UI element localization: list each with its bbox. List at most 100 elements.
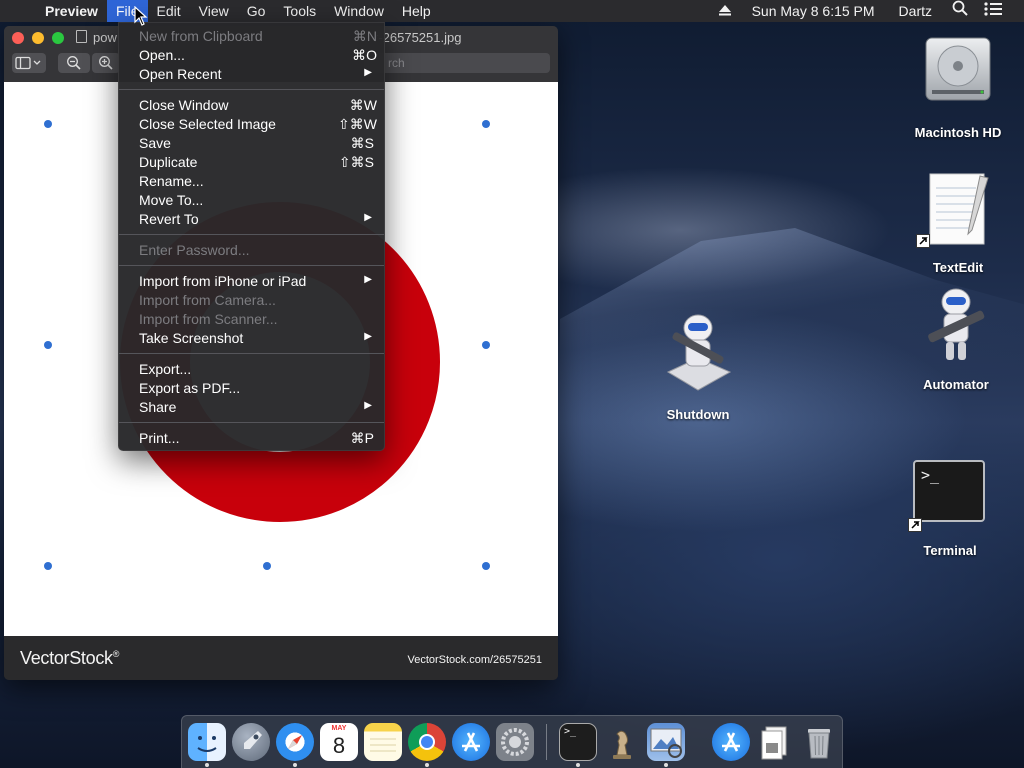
menu-item-shortcut: ⇧⌘W [338,116,377,132]
desktop-icon-automator[interactable]: Automator [898,284,1014,394]
calendar-month: MAY [331,725,347,732]
selection-handle[interactable] [44,562,52,570]
dock: MAY 8 >_ [181,715,843,768]
menu-go[interactable]: Go [238,0,275,22]
dock-separator [546,724,547,760]
submenu-arrow-icon: ▶ [364,212,372,223]
menu-item-close-selected-image[interactable]: Close Selected Image ⇧⌘W [119,114,384,133]
close-window-button[interactable] [12,32,24,44]
zoom-out-button[interactable] [58,53,90,73]
calendar-day: 8 [332,733,346,758]
menu-item-label: Open... [139,47,185,63]
selection-handle[interactable] [482,120,490,128]
app-menu-preview[interactable]: Preview [36,0,107,22]
zoom-window-button[interactable] [52,32,64,44]
menu-item-export[interactable]: Export... [119,359,384,378]
selection-handle[interactable] [482,562,490,570]
menu-item-open-recent[interactable]: Open Recent ▶ [119,64,384,83]
notification-center-icon[interactable] [976,0,1024,22]
menu-item-import-from-scanner: Import from Scanner... [119,309,384,328]
desktop-icon-textedit[interactable]: TextEdit [900,168,1016,276]
running-indicator [576,763,580,767]
menu-item-rename[interactable]: Rename... [119,171,384,190]
menu-item-label: Rename... [139,173,204,189]
menu-separator [119,353,384,354]
watermark-brand: VectorStock® [20,648,119,669]
apple-menu-icon[interactable] [0,0,36,22]
menu-item-label: Import from iPhone or iPad [139,273,307,289]
menu-item-revert-to[interactable]: Revert To ▶ [119,209,384,228]
menu-item-label: Close Window [139,97,229,113]
file-menu: New from Clipboard ⌘N Open... ⌘O Open Rece… [118,22,385,451]
window-title-left: pow [76,30,117,45]
watermark-url: VectorStock.com/26575251 [407,654,542,666]
selection-handle[interactable] [44,120,52,128]
menu-window[interactable]: Window [325,0,393,22]
menu-item-open[interactable]: Open... ⌘O [119,45,384,64]
menu-item-export-as-pdf[interactable]: Export as PDF... [119,378,384,397]
menu-item-shortcut: ⇧⌘S [338,154,374,170]
menu-item-shortcut: ⌘S [350,135,374,151]
downloads-app-store-icon[interactable] [712,723,750,761]
running-indicator [205,763,209,767]
automator-robot-icon [928,288,985,360]
menu-edit[interactable]: Edit [148,0,190,22]
trash-icon[interactable] [800,723,838,761]
menu-item-label: Export... [139,361,192,377]
desktop-icon-terminal[interactable]: >_ Terminal [892,458,1008,562]
terminal-app-icon[interactable]: >_ [559,723,597,761]
menu-item-close-window[interactable]: Close Window ⌘W [119,95,384,114]
menu-item-label: Enter Password... [139,242,250,258]
desktop-icon-label: Shutdown [666,407,730,422]
menu-item-share[interactable]: Share ▶ [119,397,384,416]
zoom-in-button[interactable] [92,53,120,73]
menu-item-label: Take Screenshot [139,330,244,346]
menu-item-shortcut: ⌘O [352,47,377,63]
clock[interactable]: Sun May 8 6:15 PM [740,0,887,22]
submenu-arrow-icon: ▶ [364,67,372,78]
minimize-window-button[interactable] [32,32,44,44]
launchpad-icon[interactable] [232,723,270,761]
selection-handle[interactable] [263,562,271,570]
safari-icon[interactable] [276,723,314,761]
notes-icon[interactable] [364,723,402,761]
menu-item-label: Export as PDF... [139,380,241,396]
desktop-icon-label: Terminal [923,543,977,558]
menu-item-label: Print... [139,430,180,446]
documents-stack-icon[interactable] [756,723,794,761]
menu-item-label: Save [139,135,171,151]
app-store-icon[interactable] [452,723,490,761]
calendar-icon[interactable]: MAY 8 [320,723,358,761]
menu-bar: Preview File Edit View Go Tools Window H… [0,0,1024,22]
menu-tools[interactable]: Tools [274,0,325,22]
menu-help[interactable]: Help [393,0,440,22]
running-indicator [664,763,668,767]
finder-icon[interactable] [188,723,226,761]
system-preferences-icon[interactable] [496,723,534,761]
desktop-icon-label: Macintosh HD [914,125,1002,140]
menu-item-label: Duplicate [139,154,198,170]
menu-item-move-to[interactable]: Move To... [119,190,384,209]
menu-item-label: Share [139,399,177,415]
spotlight-search-icon[interactable] [944,0,976,22]
running-indicator [425,763,429,767]
chrome-icon[interactable] [408,723,446,761]
menu-item-duplicate[interactable]: Duplicate ⇧⌘S [119,152,384,171]
user-menu[interactable]: Dartz [887,0,944,22]
menu-item-import-from-iphone[interactable]: Import from iPhone or iPad ▶ [119,271,384,290]
desktop-icon-shutdown[interactable]: Shutdown [640,310,756,424]
preview-app-icon[interactable] [647,723,685,761]
selection-handle[interactable] [482,341,490,349]
image-watermark-footer: VectorStock® VectorStock.com/26575251 [4,636,558,680]
search-field[interactable]: rch [364,53,550,73]
menu-view[interactable]: View [190,0,238,22]
chess-icon[interactable] [603,723,641,761]
eject-icon[interactable] [710,0,740,22]
desktop-icon-macintosh-hd[interactable]: Macintosh HD [900,30,1016,144]
menu-item-take-screenshot[interactable]: Take Screenshot ▶ [119,328,384,347]
selection-handle[interactable] [44,341,52,349]
menu-item-save[interactable]: Save ⌘S [119,133,384,152]
menu-item-label: Import from Scanner... [139,311,278,327]
sidebar-toggle-button[interactable] [12,53,46,73]
menu-item-print[interactable]: Print... ⌘P [119,428,384,447]
